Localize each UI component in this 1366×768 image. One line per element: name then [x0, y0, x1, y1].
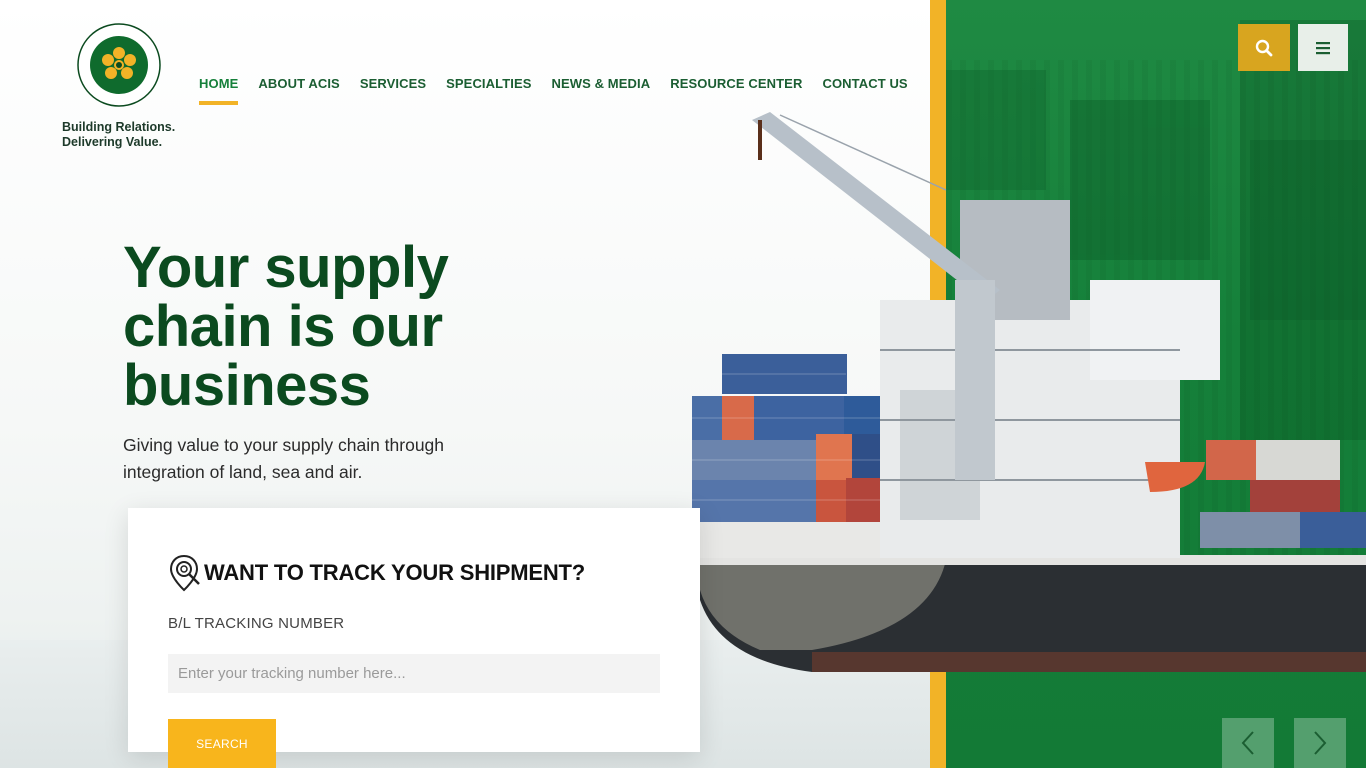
brand-tagline: Building Relations. Delivering Value. — [62, 120, 175, 150]
shipment-tracking-card: WANT TO TRACK YOUR SHIPMENT? B/L TRACKIN… — [128, 508, 700, 752]
chevron-left-icon — [1241, 731, 1254, 755]
tracking-number-label: B/L TRACKING NUMBER — [168, 615, 345, 632]
tracking-number-input[interactable] — [168, 654, 660, 693]
hero-title: Your supply chain is our business — [123, 235, 449, 418]
main-nav: HOME ABOUT ACIS SERVICES SPECIALTIES NEW… — [199, 76, 928, 105]
nav-item-services[interactable]: SERVICES — [360, 76, 426, 91]
tracking-title: WANT TO TRACK YOUR SHIPMENT? — [204, 560, 586, 585]
hamburger-menu-icon — [1316, 41, 1330, 54]
header-menu-button[interactable] — [1298, 24, 1348, 71]
nav-item-news-media[interactable]: NEWS & MEDIA — [552, 76, 651, 91]
chevron-right-icon — [1314, 731, 1327, 755]
nav-item-resource-center[interactable]: RESOURCE CENTER — [670, 76, 802, 91]
nav-item-specialties[interactable]: SPECIALTIES — [446, 76, 531, 91]
search-icon — [1255, 39, 1273, 56]
nav-item-about-acis[interactable]: ABOUT ACIS — [258, 76, 339, 91]
tagline-line-2: Delivering Value. — [62, 135, 163, 149]
nav-item-home[interactable]: HOME — [199, 76, 239, 105]
tracking-search-button[interactable]: SEARCH — [168, 719, 276, 768]
hero-subtitle: Giving value to your supply chain throug… — [123, 435, 445, 482]
nav-item-contact-us[interactable]: CONTACT US — [822, 76, 907, 91]
header-search-button[interactable] — [1238, 24, 1290, 71]
tagline-line-1: Building Relations. — [62, 120, 176, 134]
slider-prev-button[interactable] — [1222, 718, 1274, 768]
search-location-icon — [169, 554, 200, 592]
acis-logo[interactable] — [76, 22, 162, 108]
slider-next-button[interactable] — [1294, 718, 1346, 768]
